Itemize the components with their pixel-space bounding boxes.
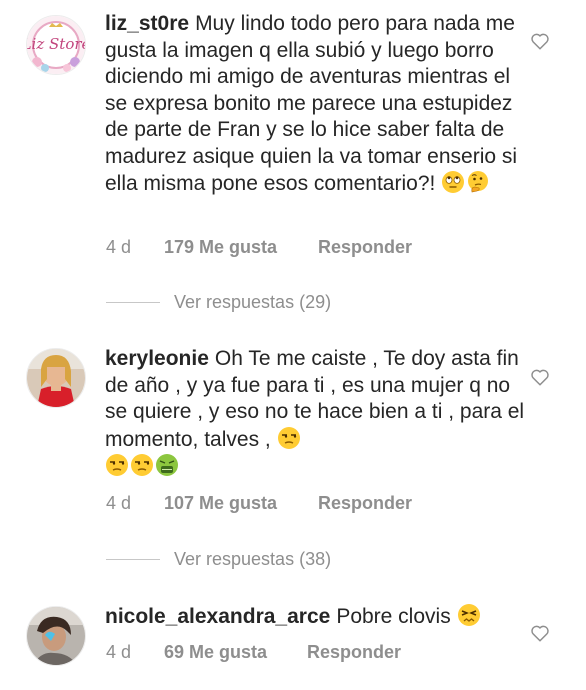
reply-button[interactable]: Responder [307,642,401,663]
comment-text: nicole_alexandra_arce Pobre clovis [105,603,525,631]
like-heart-icon[interactable] [529,366,551,388]
likes-count[interactable]: 107 Me gusta [164,493,318,514]
avatar-liz-text: Liz Store [27,35,85,53]
likes-count[interactable]: 69 Me gusta [164,642,307,663]
comment-meta: 4 d 179 Me gusta Responder [106,237,412,258]
view-replies-label[interactable]: Ver respuestas (29) [174,292,331,313]
eye-roll-emoji [441,170,465,194]
unamused-emoji [105,453,129,477]
view-replies-label[interactable]: Ver respuestas (38) [174,549,331,570]
comment-username[interactable]: liz_st0re [105,12,189,35]
unamused-emoji [277,426,301,450]
comment-text: keryleonie Oh Te me caiste , Te doy asta … [105,346,525,481]
comment-username[interactable]: nicole_alexandra_arce [105,605,330,628]
comment-time: 4 d [106,493,132,513]
avatar[interactable]: Liz Store [26,15,86,75]
view-replies-button[interactable]: Ver respuestas (38) [106,549,331,569]
reply-button[interactable]: Responder [318,493,412,514]
comment-body: Pobre clovis [336,605,451,628]
replies-divider-line [106,301,160,303]
nauseated-emoji [155,453,179,477]
thinking-emoji [466,170,490,194]
replies-divider-line [106,558,160,560]
unamused-emoji [130,453,154,477]
comment-meta: 4 d 69 Me gusta Responder [106,642,401,663]
reply-button[interactable]: Responder [318,237,412,258]
comment-text: liz_st0re Muy lindo todo pero para nada m… [105,11,525,198]
persevering-emoji [457,603,481,627]
comment-meta: 4 d 107 Me gusta Responder [106,493,412,514]
likes-count[interactable]: 179 Me gusta [164,237,318,258]
comment-username[interactable]: keryleonie [105,347,209,370]
avatar[interactable] [26,348,86,408]
view-replies-button[interactable]: Ver respuestas (29) [106,292,331,312]
like-heart-icon[interactable] [529,622,551,644]
comment-body: Muy lindo todo pero para nada me gusta l… [105,12,518,195]
comment-time: 4 d [106,237,132,257]
like-heart-icon[interactable] [529,30,551,52]
avatar[interactable] [26,606,86,666]
comment-time: 4 d [106,642,132,662]
